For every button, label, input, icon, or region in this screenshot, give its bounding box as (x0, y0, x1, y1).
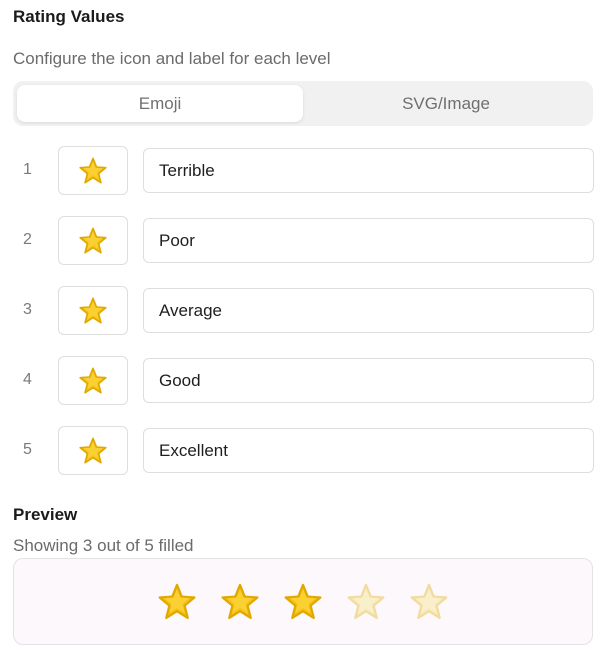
level-number: 1 (23, 161, 32, 178)
star-icon (79, 297, 107, 325)
section-title: Rating Values (13, 7, 125, 26)
preview-title: Preview (13, 505, 78, 524)
level-label-input[interactable] (143, 148, 594, 193)
level-label-input[interactable] (143, 218, 594, 263)
level-number: 4 (23, 371, 32, 388)
list-item: 3 (0, 286, 605, 356)
level-label-input[interactable] (143, 358, 594, 403)
star-icon (79, 437, 107, 465)
rating-levels-list: 1 2 3 4 5 (0, 146, 605, 496)
level-label-input[interactable] (143, 428, 594, 473)
level-number: 3 (23, 301, 32, 318)
list-item: 1 (0, 146, 605, 216)
tab-svg-image[interactable]: SVG/Image (303, 85, 589, 122)
icon-picker-button[interactable] (58, 356, 128, 405)
icon-mode-toggle: Emoji SVG/Image (13, 81, 593, 126)
star-empty-icon (410, 583, 448, 621)
level-label-input[interactable] (143, 288, 594, 333)
star-icon (79, 367, 107, 395)
level-number: 5 (23, 441, 32, 458)
section-subtitle: Configure the icon and label for each le… (13, 49, 331, 68)
list-item: 5 (0, 426, 605, 496)
icon-picker-button[interactable] (58, 286, 128, 335)
preview-status: Showing 3 out of 5 filled (13, 536, 194, 555)
star-empty-icon (347, 583, 385, 621)
icon-picker-button[interactable] (58, 216, 128, 265)
star-filled-icon (158, 583, 196, 621)
list-item: 2 (0, 216, 605, 286)
star-icon (79, 227, 107, 255)
icon-picker-button[interactable] (58, 146, 128, 195)
tab-emoji[interactable]: Emoji (17, 85, 303, 122)
list-item: 4 (0, 356, 605, 426)
icon-picker-button[interactable] (58, 426, 128, 475)
star-icon (79, 157, 107, 185)
star-filled-icon (221, 583, 259, 621)
star-filled-icon (284, 583, 322, 621)
rating-values-panel: Rating Values Configure the icon and lab… (0, 0, 605, 652)
level-number: 2 (23, 231, 32, 248)
rating-preview (13, 558, 593, 645)
